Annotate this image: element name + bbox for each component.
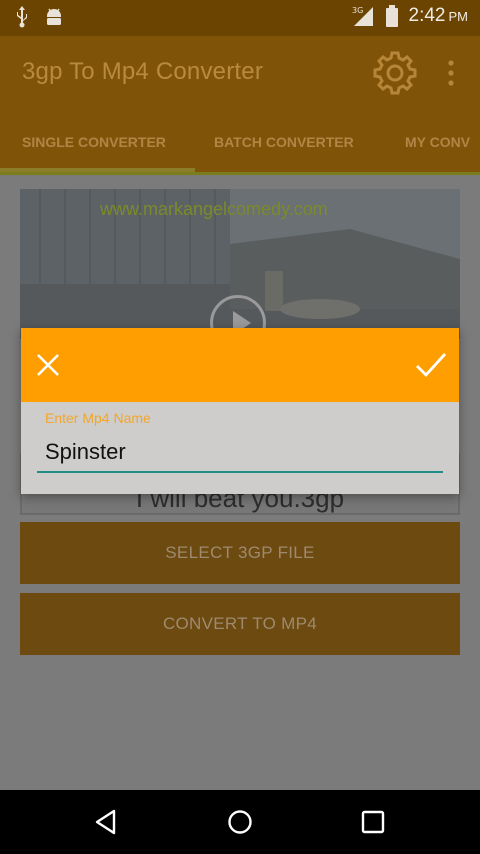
overflow-menu-icon[interactable] [440, 58, 462, 88]
tab-my-conversions[interactable]: MY CONV [405, 134, 470, 150]
time-ampm: PM [448, 9, 469, 24]
back-icon[interactable] [92, 808, 120, 836]
convert-to-mp4-button[interactable]: CONVERT TO MP4 [20, 593, 460, 655]
app-bar: 3gp To Mp4 Converter [0, 36, 480, 110]
video-watermark: www.markangelcomedy.com [100, 199, 328, 219]
rename-dialog: Enter Mp4 Name [21, 328, 459, 494]
home-icon[interactable] [227, 809, 253, 835]
input-underline [37, 471, 443, 473]
gear-icon[interactable] [372, 50, 418, 96]
usb-icon [17, 6, 27, 28]
check-icon[interactable] [415, 351, 447, 379]
status-time: 2:42 PM [409, 5, 468, 27]
mp4-name-input[interactable] [37, 432, 443, 472]
signal-icon: 3G [352, 6, 373, 26]
select-3gp-file-button[interactable]: SELECT 3GP FILE [20, 522, 460, 584]
dialog-header [21, 328, 459, 402]
android-icon [47, 8, 61, 25]
close-icon[interactable] [35, 352, 61, 378]
tab-single-converter[interactable]: SINGLE CONVERTER [22, 134, 166, 150]
app-title: 3gp To Mp4 Converter [22, 58, 264, 85]
battery-icon [385, 5, 398, 27]
video-thumbnail[interactable]: www.markangelcomedy.com [20, 189, 460, 339]
time-value: 2:42 [408, 5, 446, 26]
tab-bar: SINGLE CONVERTER BATCH CONVERTER MY CONV [0, 110, 480, 172]
navigation-bar [0, 790, 480, 854]
network-type-label: 3G [352, 6, 363, 15]
mp4-name-label: Enter Mp4 Name [45, 410, 151, 426]
tab-batch-converter[interactable]: BATCH CONVERTER [214, 134, 354, 150]
recent-apps-icon[interactable] [361, 810, 385, 834]
status-bar: 3G 2:42 PM [0, 0, 480, 36]
